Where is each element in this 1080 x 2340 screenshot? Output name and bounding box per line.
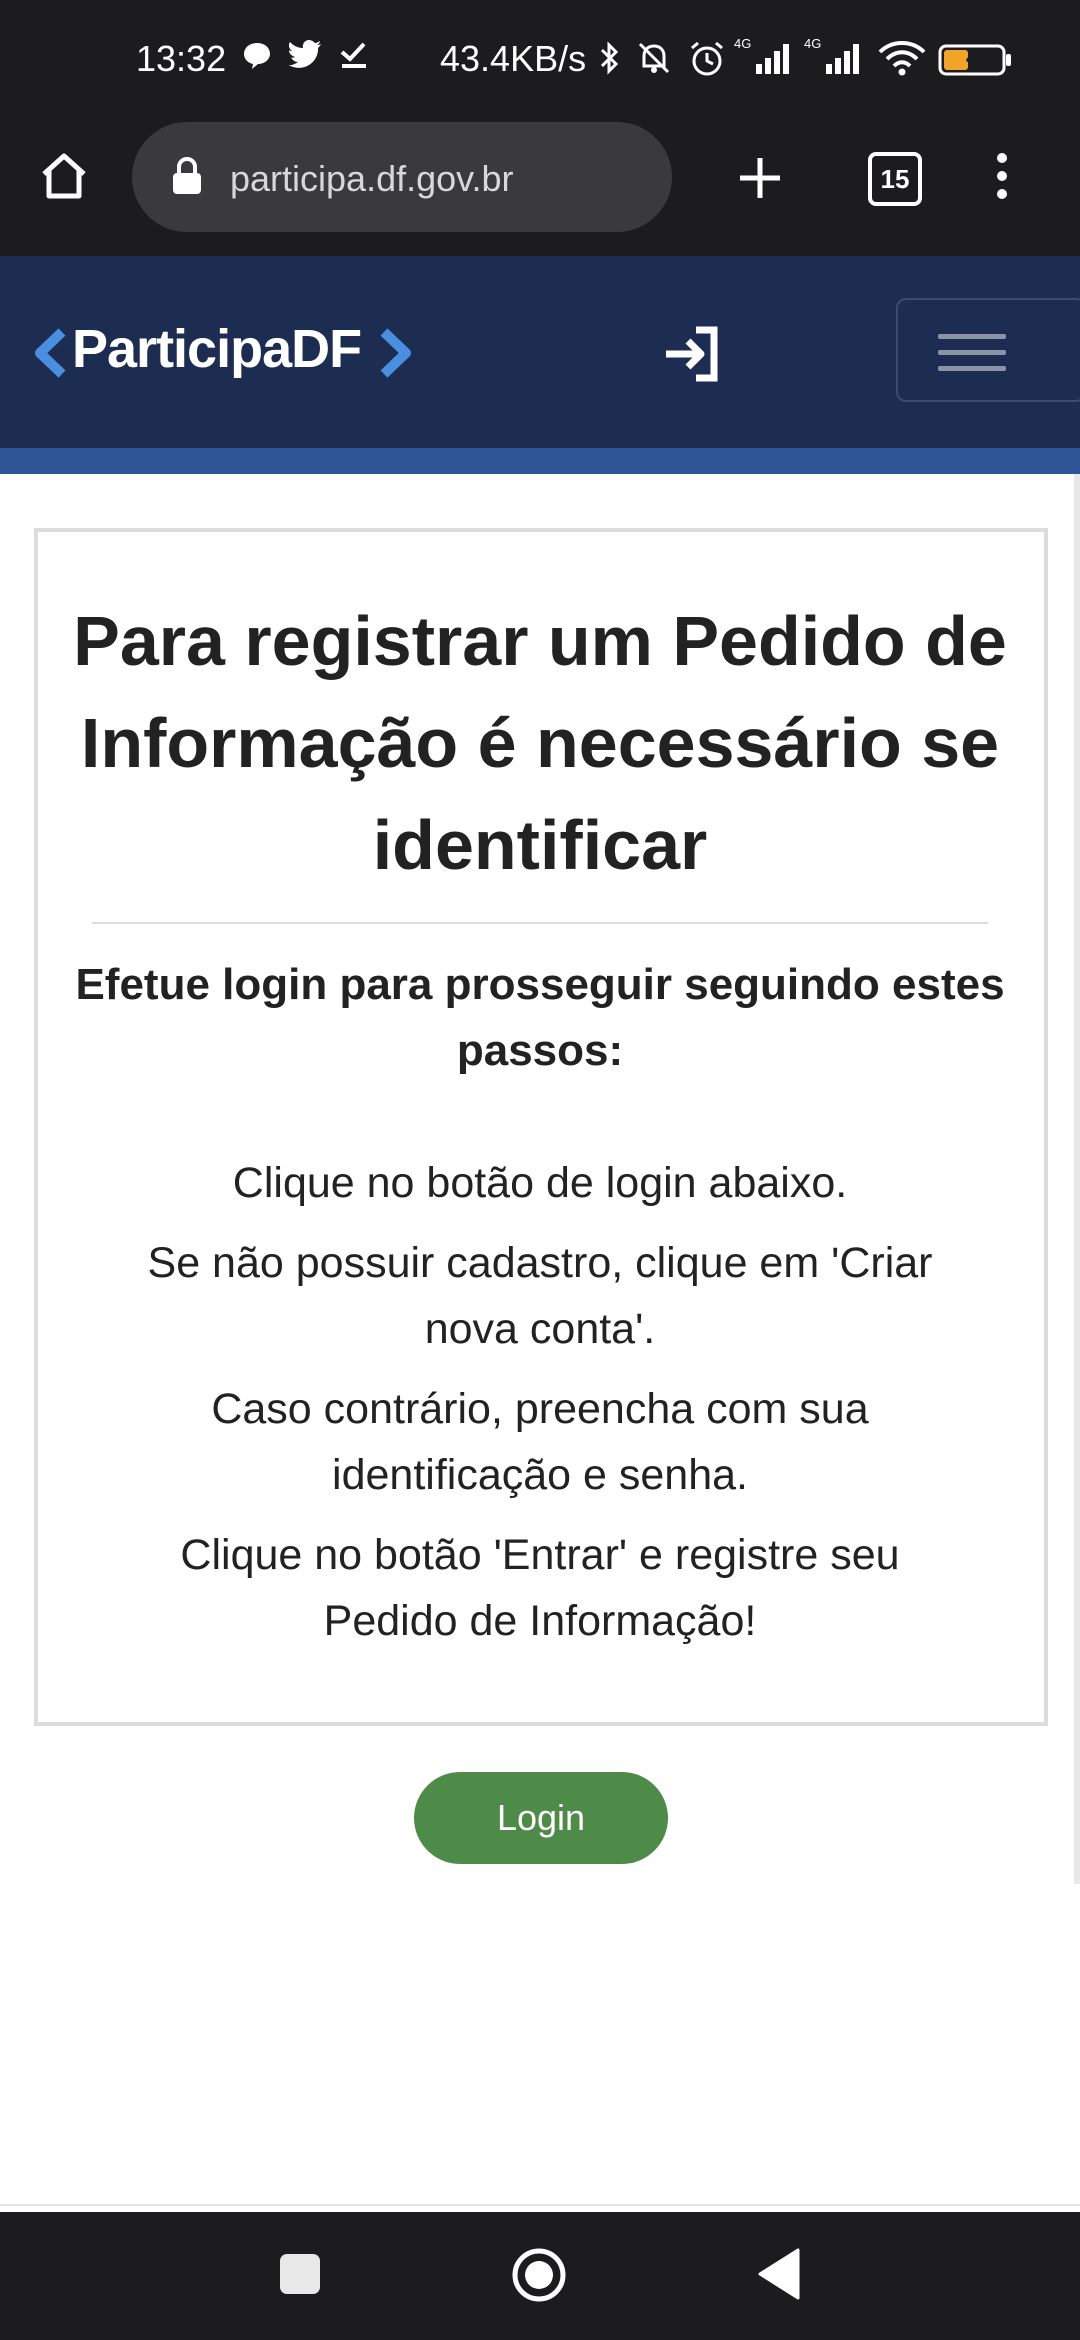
menu-line [938,366,1006,371]
step-3-text: Caso contrário, preencha com sua identif… [211,1385,869,1499]
hamburger-menu-button[interactable] [896,298,1080,402]
logo-chevron-right-icon [378,328,414,378]
url-text[interactable]: participa.df.gov.br [230,158,513,200]
signal-4g-icon: 4G [804,36,868,76]
divider [92,922,988,924]
network-speed: 43.4KB/s [440,38,587,79]
check-icon [338,40,368,70]
new-tab-icon[interactable] [736,154,784,202]
svg-text:4G: 4G [804,36,821,51]
status-bar: 13:32 43.4KB/s 4G 4G 41 [0,0,1080,124]
step-2-text: Se não possuir cadastro, clique em 'Cria… [147,1239,933,1353]
scrollbar[interactable] [1074,474,1080,1884]
svg-text:4G: 4G [734,36,751,51]
battery-level: 41 [966,45,991,70]
header-stripe [0,448,1080,474]
status-time: 13:32 [136,38,227,79]
lock-icon [170,156,204,196]
twitter-icon [288,40,322,70]
wifi-icon [878,40,926,76]
recents-icon[interactable] [278,2252,322,2296]
bluetooth-icon [598,40,622,76]
more-options-icon[interactable] [994,152,1010,200]
bell-off-icon [636,40,672,76]
site-logo[interactable]: ParticipaDF [72,318,362,380]
divider [0,2204,1080,2206]
card-title: Para registrar um Pedido de Informação é… [73,602,1007,884]
login-button[interactable]: Login [414,1772,668,1864]
back-icon[interactable] [758,2248,800,2300]
step-4-text: Clique no botão 'Entrar' e registre seu … [180,1531,900,1645]
chat-bubble-icon [242,40,272,70]
home-icon[interactable] [38,150,90,202]
step-1-text: Clique no botão de login abaixo. [232,1159,848,1207]
sign-in-icon[interactable] [662,324,722,384]
tab-switcher-button[interactable]: 15 [868,152,922,206]
home-nav-icon[interactable] [510,2246,568,2304]
signal-4g-icon: 4G [734,36,798,76]
menu-line [938,350,1006,355]
logo-chevron-left-icon [32,328,68,378]
card-subtitle: Efetue login para prosseguir seguindo es… [75,960,1005,1075]
menu-line [938,334,1006,339]
alarm-icon [688,40,726,78]
